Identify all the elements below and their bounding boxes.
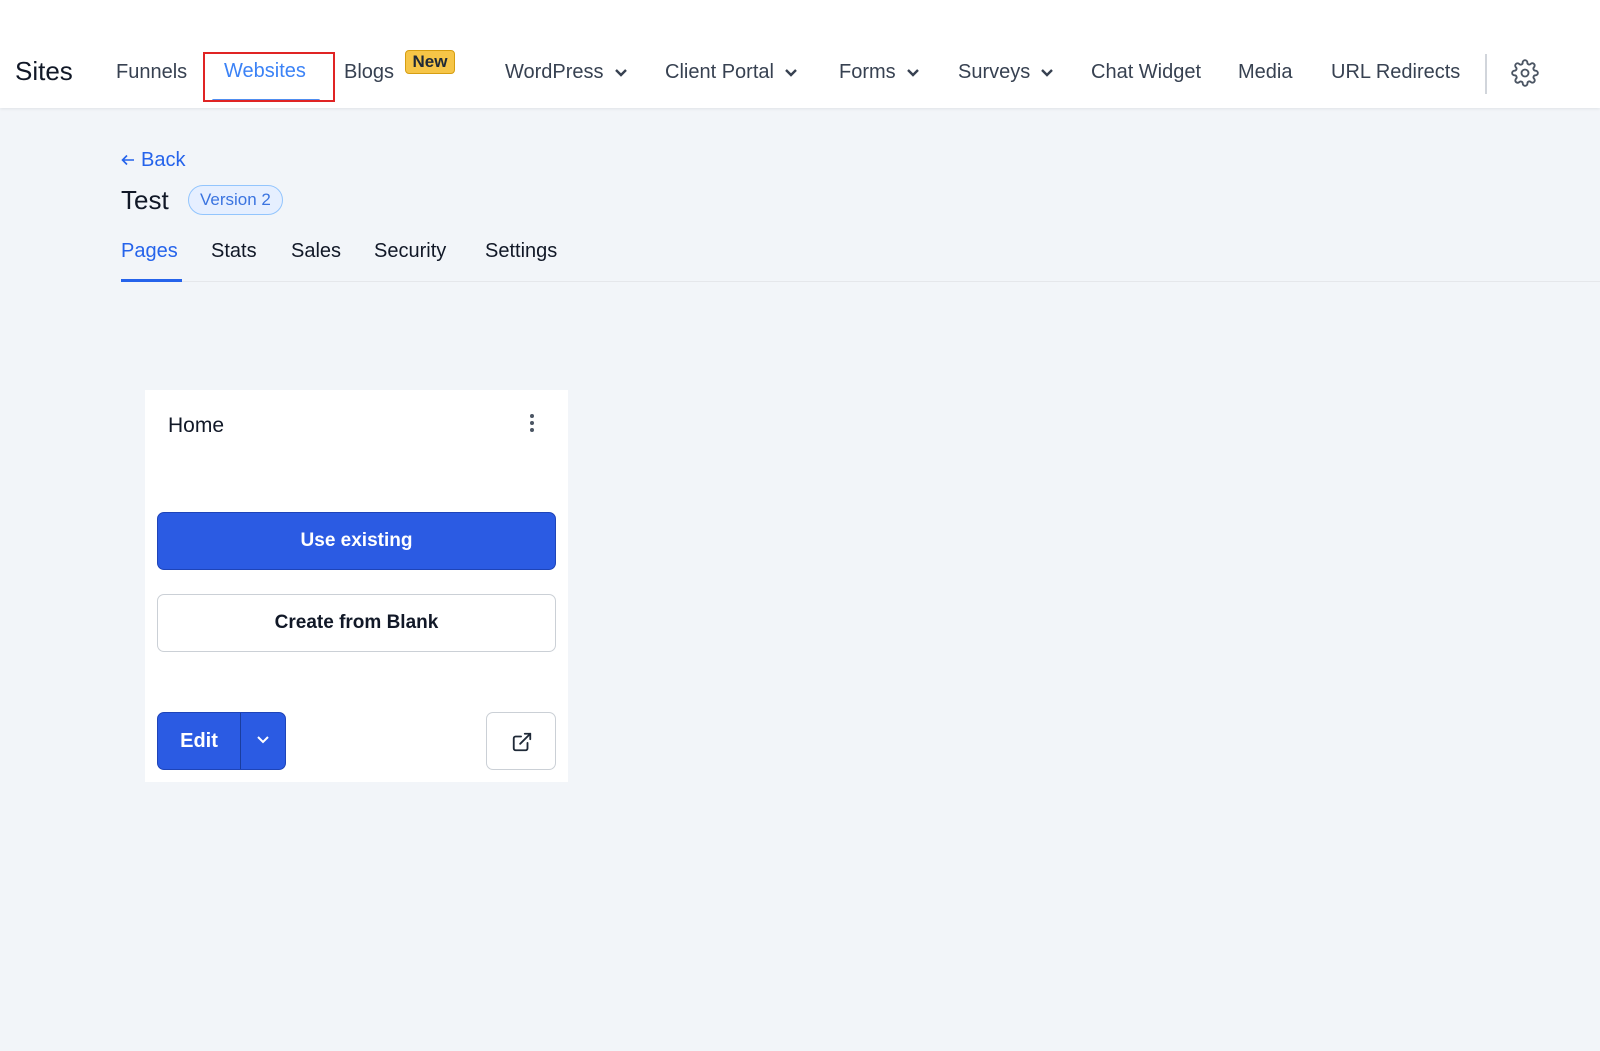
nav-item-label: WordPress [505, 61, 604, 83]
nav-item-blogs[interactable]: Blogs [344, 61, 394, 84]
edit-button[interactable]: Edit [158, 713, 240, 769]
new-badge: New [405, 50, 455, 74]
nav-item-url-redirects[interactable]: URL Redirects [1331, 61, 1460, 84]
top-navigation-bar: Sites Funnels Websites Blogs New WordPre… [0, 0, 1600, 108]
nav-item-surveys[interactable]: Surveys [958, 61, 1054, 84]
create-from-blank-button[interactable]: Create from Blank [157, 594, 556, 652]
nav-item-forms[interactable]: Forms [839, 61, 920, 84]
chevron-down-icon [614, 61, 628, 84]
nav-item-label: Client Portal [665, 61, 774, 83]
tab-pages[interactable]: Pages [121, 240, 178, 263]
nav-item-client-portal[interactable]: Client Portal [665, 61, 798, 84]
kebab-menu-icon[interactable] [528, 414, 536, 436]
tabs-divider [121, 281, 1600, 282]
open-external-button[interactable] [486, 712, 556, 770]
chevron-down-icon [257, 736, 269, 744]
highlight-box [203, 52, 335, 102]
edit-dropdown-toggle[interactable] [241, 713, 285, 769]
nav-item-chat-widget[interactable]: Chat Widget [1091, 61, 1201, 84]
chevron-down-icon [784, 61, 798, 84]
edit-split-button: Edit [157, 712, 286, 770]
nav-item-label: Surveys [958, 61, 1031, 83]
use-existing-button[interactable]: Use existing [157, 512, 556, 570]
card-title: Home [168, 414, 225, 437]
nav-divider [1485, 54, 1487, 94]
nav-item-media[interactable]: Media [1238, 61, 1292, 84]
chevron-down-icon [1040, 61, 1054, 84]
chevron-down-icon [906, 61, 920, 84]
gear-icon[interactable] [1511, 59, 1539, 87]
tab-stats[interactable]: Stats [211, 240, 257, 263]
app-title: Sites [15, 56, 73, 86]
back-label: Back [141, 149, 186, 171]
tab-security[interactable]: Security [374, 240, 446, 263]
tab-sales[interactable]: Sales [291, 240, 341, 263]
arrow-left-icon [121, 149, 135, 172]
external-link-icon [512, 732, 532, 752]
back-link[interactable]: Back [121, 149, 185, 172]
nav-item-label: Forms [839, 61, 896, 83]
page-card: Home Use existing Create from Blank Edit [145, 390, 568, 782]
version-badge: Version 2 [188, 185, 283, 215]
nav-item-wordpress[interactable]: WordPress [505, 61, 628, 84]
tab-active-underline [121, 279, 182, 282]
page-title: Test [121, 185, 169, 215]
nav-item-funnels[interactable]: Funnels [116, 61, 187, 84]
tab-settings[interactable]: Settings [485, 240, 557, 263]
